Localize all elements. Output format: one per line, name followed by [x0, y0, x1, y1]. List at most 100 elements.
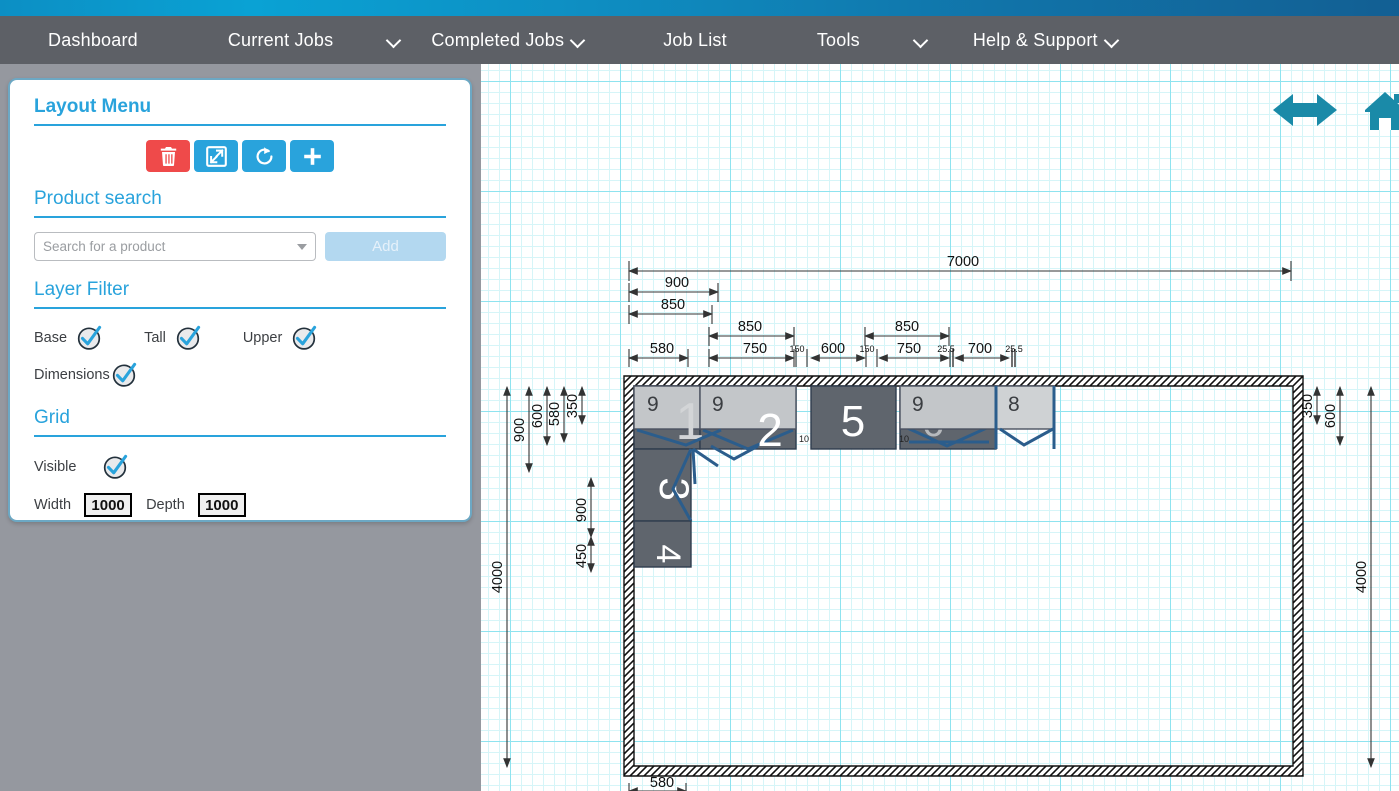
layer-label-base: Base [34, 330, 67, 346]
chevron-down-icon [915, 34, 928, 47]
nav-item-current-jobs[interactable]: Current Jobs [228, 16, 401, 64]
gap-label: 10 [799, 434, 809, 444]
nav-item-job-list[interactable]: Job List [663, 16, 727, 64]
dim-label: 4000 [1354, 561, 1370, 593]
cabinet-group[interactable]: 1 2 5 6 [634, 386, 1054, 567]
dim-label: 850 [738, 319, 762, 335]
add-product-button[interactable]: Add [325, 232, 446, 261]
cabinet-9-c[interactable]: 9 [900, 386, 996, 429]
checkbox-tall[interactable] [176, 325, 201, 350]
dimensions-left: 4000 900 600 580 350 900 450 [490, 387, 591, 767]
nav-label: Help & Support [973, 30, 1098, 51]
left-column: Layout Menu [0, 64, 481, 791]
dim-label: 4000 [490, 561, 506, 593]
dim-label: 580 [650, 341, 674, 357]
dim-label: 7000 [947, 254, 979, 270]
dimensions-label: Dimensions [34, 367, 110, 383]
dim-label: 700 [968, 341, 992, 357]
dim-label: 600 [1323, 404, 1339, 428]
dim-label: 850 [895, 319, 919, 335]
cabinet-label: 8 [1008, 393, 1020, 416]
nav-item-tools[interactable]: Tools [817, 16, 928, 64]
dimensions-top: 7000 900 850 850 850 [629, 254, 1291, 367]
grid-width-label: Width [34, 497, 71, 513]
home-icon[interactable] [1365, 92, 1399, 130]
floor-plan-canvas[interactable]: 1 2 5 6 [481, 64, 1399, 791]
grid-heading: Grid [34, 407, 446, 437]
grid-width-input[interactable] [84, 493, 132, 517]
grid-size-row: Width Depth [34, 493, 470, 517]
cabinet-label: 9 [712, 393, 724, 416]
expand-icon [206, 146, 227, 167]
chevron-down-icon [572, 34, 585, 47]
grid-depth-label: Depth [146, 497, 185, 513]
layer-label-upper: Upper [243, 330, 283, 346]
dim-label: 25.5 [937, 344, 955, 354]
dim-label: 600 [821, 341, 845, 357]
checkbox-base[interactable] [77, 325, 102, 350]
dim-label: 25.5 [1005, 344, 1023, 354]
nav-item-completed-jobs[interactable]: Completed Jobs [431, 16, 585, 64]
dim-label: 450 [574, 544, 590, 568]
product-search-row: Add [34, 232, 446, 261]
chevron-down-icon [388, 34, 401, 47]
nav-label: Dashboard [48, 30, 138, 51]
nav-label: Job List [663, 30, 727, 51]
product-search-input[interactable] [34, 232, 316, 261]
dim-label: 600 [530, 404, 546, 428]
pan-horizontal-icon[interactable] [1273, 94, 1337, 126]
nav-item-help-support[interactable]: Help & Support [973, 16, 1119, 64]
nav-label: Tools [817, 30, 860, 51]
dim-label: 580 [547, 402, 563, 426]
workspace: Layout Menu [0, 64, 1399, 791]
dim-label: 900 [512, 418, 528, 442]
dim-label: 750 [743, 341, 767, 357]
dimensions-bottom: 580 7000 [629, 775, 1291, 791]
cabinet-3[interactable]: 3 [634, 449, 698, 521]
layer-filter-heading: Layer Filter [34, 279, 446, 309]
cabinet-label: 9 [647, 393, 659, 416]
dim-label: 350 [1300, 394, 1316, 418]
grid-visible-row: Visible [34, 454, 470, 479]
cabinet-5[interactable]: 5 [811, 386, 896, 449]
trash-icon [160, 147, 177, 166]
add-item-button[interactable] [290, 140, 334, 172]
product-search-heading: Product search [34, 188, 446, 218]
rotate-icon [254, 146, 275, 167]
cabinet-4[interactable]: 4 [634, 521, 691, 567]
dim-label: 350 [565, 394, 581, 418]
layer-label-tall: Tall [144, 330, 166, 346]
cabinet-label: 4 [649, 545, 687, 564]
chevron-down-icon [1106, 34, 1119, 47]
grid-depth-input[interactable] [198, 493, 246, 517]
checkbox-grid-visible[interactable] [103, 454, 128, 479]
dim-label: 580 [650, 775, 674, 791]
nav-item-dashboard[interactable]: Dashboard [48, 16, 138, 64]
dimensions-filter-row: Dimensions [34, 362, 470, 387]
nav-label: Completed Jobs [431, 30, 564, 51]
cabinet-ghost-label: 2 [757, 404, 783, 456]
resize-button[interactable] [194, 140, 238, 172]
dimensions-right: 350 600 4000 [1300, 387, 1371, 767]
layout-menu-panel: Layout Menu [8, 78, 472, 522]
gap-label: 10 [899, 434, 909, 444]
cabinet-label: 9 [912, 393, 924, 416]
dim-label: 150 [789, 344, 804, 354]
dim-label: 900 [574, 498, 590, 522]
dim-label: 750 [897, 341, 921, 357]
layout-tool-row [10, 140, 470, 172]
nav-label: Current Jobs [228, 30, 333, 51]
dim-label: 900 [665, 275, 689, 291]
grid-visible-label: Visible [34, 459, 89, 475]
checkbox-upper[interactable] [292, 325, 317, 350]
plus-icon [302, 146, 323, 167]
checkbox-dimensions[interactable] [112, 362, 137, 387]
cabinet-8[interactable]: 8 [996, 386, 1054, 429]
main-navigation: Dashboard Current Jobs Completed Jobs Jo… [0, 16, 1399, 64]
delete-button[interactable] [146, 140, 190, 172]
dim-label: 850 [661, 297, 685, 313]
search-input-wrapper [34, 232, 316, 261]
dim-label: 150 [859, 344, 874, 354]
layer-filter-row: Base Tall Upper [34, 325, 470, 350]
rotate-button[interactable] [242, 140, 286, 172]
